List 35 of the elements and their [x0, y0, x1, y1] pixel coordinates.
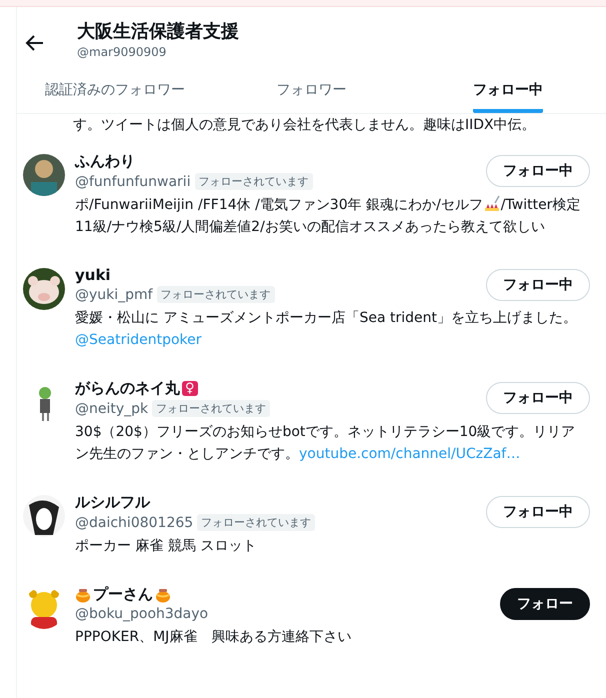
follow-button[interactable]: フォロー中: [486, 155, 590, 187]
user-handle: @daichi0801265: [75, 514, 194, 530]
user-name[interactable]: ルシルフル: [75, 493, 150, 512]
bio-text: す。ツイートは個人の意見であり会社を代表しません。趣味はIIDX中伝。: [72, 116, 537, 135]
profile-handle: @mar9090909: [77, 45, 168, 59]
user-name[interactable]: yuki: [75, 266, 111, 284]
follows-you-label: フォローされています: [152, 400, 270, 417]
follows-you-label: フォローされています: [194, 173, 313, 190]
follow-button[interactable]: フォロー: [500, 588, 590, 620]
female-sign-icon: ♀: [182, 381, 198, 396]
follow-button[interactable]: フォロー中: [486, 496, 590, 528]
tab[interactable]: フォロー中: [472, 73, 543, 113]
user-name[interactable]: プーさん: [93, 585, 153, 604]
tab[interactable]: フォロワー: [276, 73, 346, 113]
user-handle: @funfunfunwarii: [75, 174, 191, 190]
bio-text: ポーカー 麻雀 競馬 スロット: [75, 537, 258, 556]
bio-text: 愛媛・松山に アミューズメントポーカー店「Sea trident」を立ち上げました。 @Seatridentpoker: [75, 309, 578, 350]
user-name[interactable]: がらんのネイ丸: [75, 379, 180, 398]
user-handle: @boku_pooh3dayo: [75, 606, 208, 622]
honey-pot-icon: [155, 586, 171, 602]
follows-you-label: フォローされています: [197, 514, 316, 531]
follow-button[interactable]: フォロー中: [486, 382, 590, 414]
bio-text: 30$（20$）フリーズのお知らせbotです。ネットリテラシー10級です。リリアン先生のファン・としアンチです。youtube.com/channel/UCzZaf…: [75, 423, 576, 464]
user-handle: @yuki_pmf: [75, 286, 153, 302]
user-name[interactable]: ふんわり: [75, 152, 135, 171]
user-handle: @neity_pk: [75, 400, 148, 416]
profile-name: 大阪生活保護者支援: [77, 20, 239, 43]
bio-text: ポ/FunwariiMeijin /FF14休 /電気ファン30年 銀魂にわか/セルフ /Twitter検定11級/ナウ検5級/人間偏差値2/お笑いの配信オススメあったら教えて欲しい: [75, 194, 582, 237]
follows-you-label: フォローされています: [156, 286, 275, 303]
follow-button[interactable]: フォロー中: [486, 268, 590, 300]
nail-polish-icon: [482, 195, 501, 211]
honey-pot-icon: [75, 586, 91, 602]
tab[interactable]: 認証済みのフォロワー: [45, 73, 186, 113]
back-arrow-icon[interactable]: [25, 33, 45, 53]
bio-text: PPPOKER、MJ麻雀 興味ある方連絡下さい: [75, 628, 352, 647]
